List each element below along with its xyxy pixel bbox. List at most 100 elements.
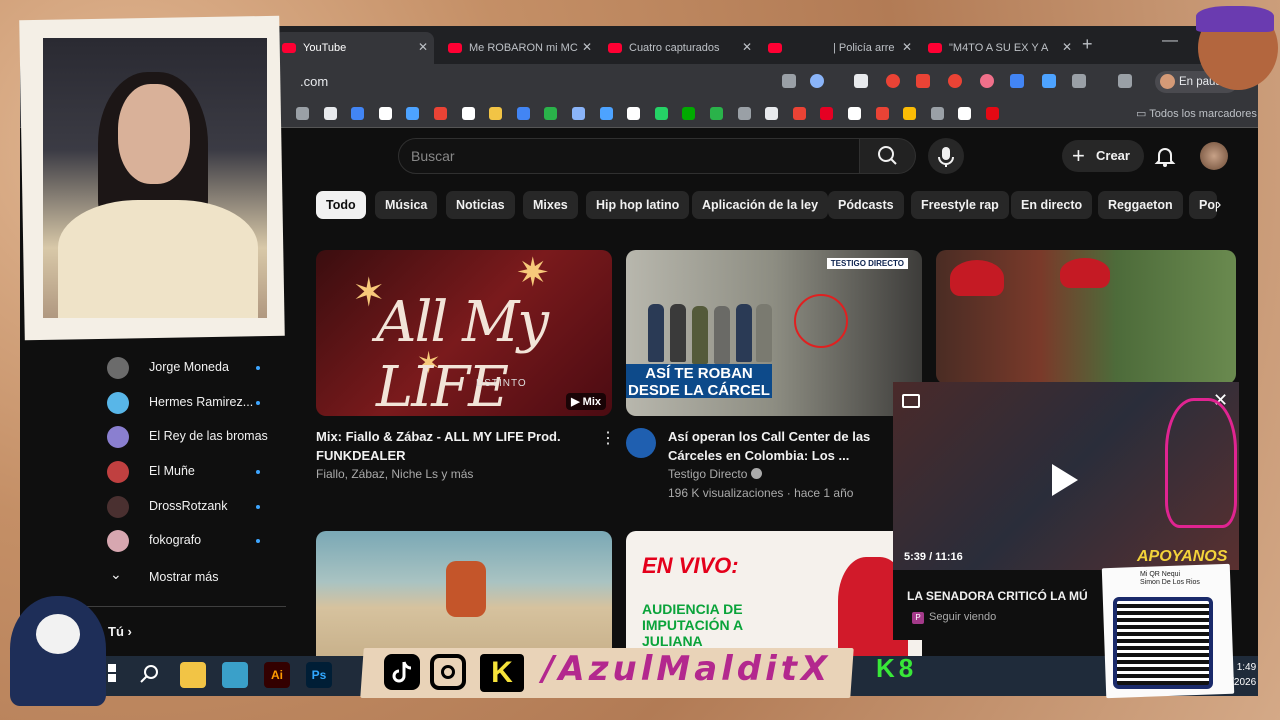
miniplayer-subtitle[interactable]: P Seguir viendo [912,611,996,624]
bookmark-favicon-icon[interactable] [654,107,668,120]
bookmark-favicon-icon[interactable] [875,107,889,120]
expand-miniplayer-icon[interactable] [902,394,920,408]
chip-1[interactable]: Música [375,191,438,219]
bookmark-favicon-icon[interactable] [737,107,751,120]
subscription-item[interactable]: DrossRotzank [106,490,286,524]
bookmark-favicon-icon[interactable] [682,107,696,120]
chip-4[interactable]: Hip hop latino [586,191,690,219]
extension-icon[interactable] [1042,74,1056,88]
search-icon [878,146,897,165]
chip-8[interactable]: En directo [1011,191,1093,219]
close-tab-icon[interactable]: ✕ [418,40,428,54]
video-title[interactable]: Así operan los Call Center de las Cárcel… [668,427,882,465]
tab-video-4[interactable]: | Policía arre ✕ [760,32,918,64]
bookmark-favicon-icon[interactable] [406,107,420,120]
chip-3[interactable]: Mixes [523,191,578,219]
extension-icon[interactable] [980,74,994,88]
chrome-icon[interactable] [222,662,248,688]
bookmark-favicon-icon[interactable] [461,107,475,120]
chips-next-chevron-icon[interactable]: › [1216,191,1236,219]
notifications-bell-icon[interactable] [1153,144,1177,168]
bookmark-star-icon[interactable] [810,74,824,88]
bookmark-favicon-icon[interactable] [489,107,503,120]
extension-icon[interactable] [916,74,930,88]
subscription-item[interactable]: El Muñe [106,455,286,489]
chip-0[interactable]: Todo [316,191,366,219]
chip-6[interactable]: Pódcasts [828,191,904,219]
play-icon[interactable] [1052,464,1078,496]
install-app-icon[interactable] [782,74,796,88]
close-tab-icon[interactable]: ✕ [1062,40,1072,54]
subscription-item[interactable]: El Rey de las bromas [106,420,286,454]
bookmark-favicon-icon[interactable] [930,107,944,120]
tab-video-2[interactable]: Me ROBARON mi MC ✕ [440,32,598,64]
bookmark-favicon-icon[interactable] [599,107,613,120]
bookmark-favicon-icon[interactable] [434,107,447,120]
video-thumbnail[interactable] [936,250,1236,384]
video-title[interactable]: Mix: Fiallo & Zábaz - ALL MY LIFE Prod. … [316,427,588,465]
bookmark-favicon-icon[interactable] [820,107,834,120]
extension-icon[interactable] [1010,74,1024,88]
bookmark-favicon-icon[interactable] [848,107,861,120]
tab-video-5[interactable]: "M4TO A SU EX Y A ✕ [920,32,1078,64]
bookmark-favicon-icon[interactable] [903,107,917,120]
channel-avatar[interactable] [626,428,656,458]
show-more-button[interactable]: ⌄ Mostrar más [106,565,286,591]
extension-icon[interactable] [854,74,868,88]
search-button[interactable] [860,138,916,174]
more-options-icon[interactable]: ⋮ [600,428,616,448]
chip-7[interactable]: Freestyle rap [911,191,1009,219]
bookmark-favicon-icon[interactable] [792,107,806,120]
media-control-icon[interactable] [1118,74,1132,88]
bookmark-favicon-icon[interactable] [296,107,309,120]
chip-5[interactable]: Aplicación de la ley [692,191,829,219]
bookmark-favicon-icon[interactable] [351,107,365,120]
you-section-link[interactable]: Tú › [108,624,132,639]
bookmark-favicon-icon[interactable] [323,107,337,120]
video-thumbnail[interactable]: TESTIGO DIRECTO ASÍ TE ROBAN DESDE LA CÁ… [626,250,922,416]
close-tab-icon[interactable]: ✕ [742,40,752,54]
thumbnail-caption: ASÍ TE ROBAN DESDE LA CÁRCEL [626,364,772,399]
bookmark-favicon-icon[interactable] [516,107,530,120]
close-tab-icon[interactable]: ✕ [902,40,912,54]
bookmark-favicon-icon[interactable] [378,107,392,120]
photoshop-icon[interactable]: Ps [306,662,332,688]
chip-2[interactable]: Noticias [446,191,515,219]
chip-10[interactable]: Pop [1189,191,1217,219]
bookmark-favicon-icon[interactable] [544,107,558,120]
taskbar-search-icon[interactable] [138,662,164,688]
video-meta[interactable]: Fiallo, Zábaz, Niche Ls y más [316,465,473,484]
bookmark-favicon-icon[interactable] [572,107,585,120]
tab-video-3[interactable]: Cuatro capturados ✕ [600,32,758,64]
channel-name[interactable]: Testigo Directo [668,465,762,484]
minimize-window-icon[interactable]: — [1162,32,1178,50]
extension-icon[interactable] [948,74,962,88]
bookmark-favicon-icon[interactable] [986,107,999,120]
extension-icon[interactable] [886,74,900,88]
chip-9[interactable]: Reggaeton [1098,191,1183,219]
new-tab-icon[interactable]: + [1082,34,1093,55]
bookmark-favicon-icon[interactable] [627,107,641,120]
close-tab-icon[interactable]: ✕ [582,40,592,54]
subscription-item[interactable]: Hermes Ramirez... [106,386,286,420]
bookmark-favicon-icon[interactable] [958,107,972,120]
bookmark-favicon-icon[interactable] [710,107,723,120]
streamer-shirt [58,200,258,318]
subscription-item[interactable]: fokografo [106,524,286,558]
url-text[interactable]: .com [300,74,328,89]
all-bookmarks-folder[interactable]: ▭ Todos los marcadores [1136,107,1257,120]
figure [670,304,686,362]
subscription-item[interactable]: Jorge Moneda [106,351,286,385]
bookmark-favicon-icon[interactable] [765,107,779,120]
search-input[interactable]: Buscar [398,138,860,174]
tab-youtube[interactable]: YouTube ✕ [274,32,434,64]
illustrator-icon[interactable]: Ai [264,662,290,688]
video-thumbnail[interactable]: ✶ ✷ ✶ All My LIFE DSTINTO ▶ Mix [316,250,612,416]
account-avatar[interactable] [1200,142,1228,170]
miniplayer-title[interactable]: LA SENADORA CRITICÓ LA MÚSI [907,589,1087,603]
figure [736,304,752,362]
puzzle-extensions-icon[interactable] [1072,74,1086,88]
create-button[interactable]: + Crear [1062,140,1144,172]
voice-search-button[interactable] [928,138,964,174]
file-explorer-icon[interactable] [180,662,206,688]
